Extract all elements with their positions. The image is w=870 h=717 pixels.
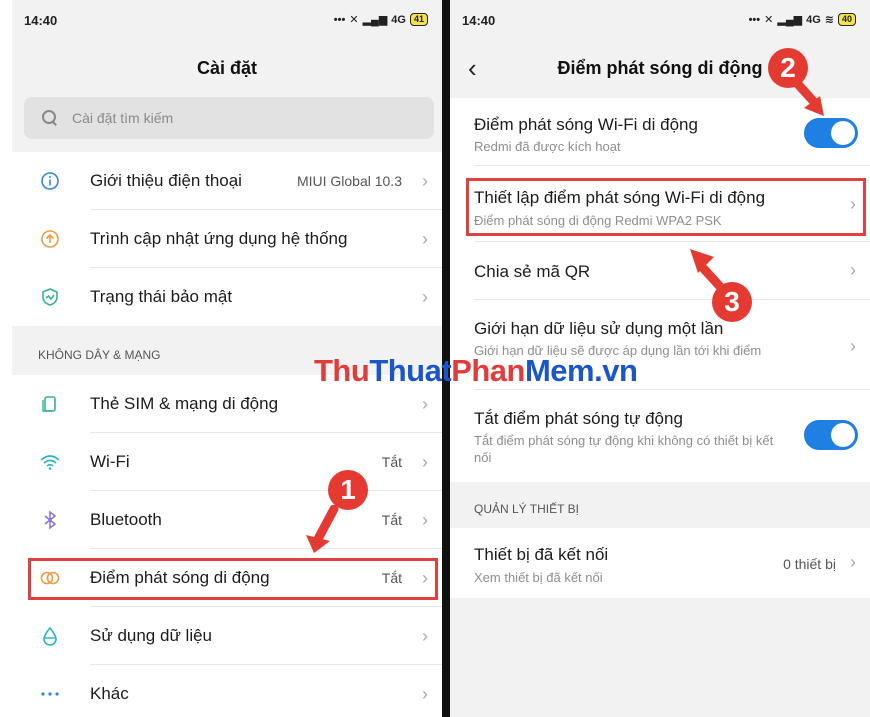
chevron-right-icon: ›: [422, 228, 428, 249]
search-bar[interactable]: [24, 97, 434, 139]
settings-item-label: Giới thiệu điện thoại: [90, 171, 242, 190]
chevron-right-icon: ›: [422, 625, 428, 646]
watermark-part: Thu: [314, 353, 370, 388]
chevron-right-icon: ›: [422, 509, 428, 530]
settings-item-about-phone[interactable]: Giới thiệu điện thoại MIUI Global 10.3 ›: [12, 152, 442, 210]
auto-off-row[interactable]: Tắt điểm phát sóng tự động Tắt điểm phát…: [450, 390, 870, 482]
row-subtitle: Xem thiết bị đã kết nối: [474, 570, 603, 585]
settings-item-bluetooth[interactable]: Bluetooth Tắt ›: [12, 491, 442, 549]
highlight-box-setup: [466, 178, 866, 236]
settings-item-wifi[interactable]: Wi-Fi Tắt ›: [12, 433, 442, 491]
step-badge-3: 3: [712, 282, 752, 322]
row-subtitle: Redmi đã được kích hoạt: [474, 139, 621, 154]
settings-item-value: Tắt: [381, 454, 402, 470]
connected-devices-count: 0 thiết bị: [783, 556, 836, 572]
row-subtitle: Tắt điểm phát sóng tự động khi không có …: [474, 433, 774, 465]
row-title: Chia sẻ mã QR: [474, 262, 591, 281]
share-qr-row[interactable]: Chia sẻ mã QR ›: [450, 242, 870, 300]
network-type: 4G: [391, 13, 406, 26]
chevron-right-icon: ›: [422, 451, 428, 472]
chevron-right-icon: ›: [422, 170, 428, 191]
highlight-box-hotspot: [28, 558, 438, 600]
notification-dots-icon: •••: [333, 13, 346, 26]
bluetooth-icon: [38, 508, 62, 532]
row-title: Điểm phát sóng Wi-Fi di động: [474, 115, 698, 134]
step-badge-1: 1: [328, 470, 368, 510]
data-usage-icon: [38, 624, 62, 648]
settings-item-value: MIUI Global 10.3: [296, 173, 402, 189]
mute-icon: ✕: [349, 14, 359, 26]
sim-icon: [38, 392, 62, 416]
hotspot-toggle[interactable]: [804, 118, 858, 148]
watermark-logo: ThuThuatPhanMem.vn: [314, 353, 638, 389]
settings-item-label: Trình cập nhật ứng dụng hệ thống: [90, 229, 348, 248]
status-time: 14:40: [24, 13, 58, 28]
status-bar: 14:40 ••• ✕ ▂▄▆ 4G ≋ 40: [450, 0, 870, 38]
chevron-right-icon: ›: [850, 336, 856, 356]
settings-item-label: Khác: [90, 684, 129, 703]
status-bar: 14:40 ••• ✕ ▂▄▆ 4G 41: [12, 0, 442, 38]
settings-item-label: Sử dụng dữ liệu: [90, 626, 213, 645]
about-group: Giới thiệu điện thoại MIUI Global 10.3 ›…: [12, 152, 442, 326]
chevron-right-icon: ›: [850, 260, 856, 280]
row-title: Thiết bị đã kết nối: [474, 545, 609, 564]
settings-item-label: Bluetooth: [90, 510, 162, 529]
page-title: Cài đặt: [196, 58, 257, 78]
info-icon: [38, 169, 62, 193]
status-time: 14:40: [462, 13, 496, 28]
notification-dots-icon: •••: [748, 13, 761, 26]
settings-item-label: Thẻ SIM & mạng di động: [90, 394, 279, 413]
chevron-right-icon: ›: [422, 683, 428, 704]
row-title: Giới hạn dữ liệu sử dụng một lần: [474, 319, 724, 338]
settings-item-value: Tắt: [381, 512, 402, 528]
search-icon: [42, 110, 58, 126]
wifi-icon: [38, 450, 62, 474]
row-title: Tắt điểm phát sóng tự động: [474, 409, 683, 428]
settings-item-data-usage[interactable]: Sử dụng dữ liệu ›: [12, 607, 442, 665]
back-arrow-icon[interactable]: ‹: [468, 50, 477, 86]
watermark-part: Thuat: [369, 353, 452, 388]
section-title-wireless: KHÔNG DÂY & MẠNG: [38, 348, 161, 362]
watermark-part: Phan: [451, 353, 525, 388]
auto-off-toggle[interactable]: [804, 420, 858, 450]
settings-item-label: Wi-Fi: [90, 452, 130, 471]
chevron-right-icon: ›: [850, 552, 856, 572]
signal-icon: ▂▄▆: [777, 14, 803, 26]
settings-item-label: Trạng thái bảo mật: [90, 287, 233, 306]
page-title: Điểm phát sóng di động: [557, 58, 763, 78]
battery-icon: 40: [837, 13, 856, 26]
status-icons: ••• ✕ ▂▄▆ 4G 41: [334, 13, 428, 26]
settings-item-security-status[interactable]: Trạng thái bảo mật ›: [12, 268, 442, 326]
search-input[interactable]: [72, 110, 372, 126]
more-icon: [38, 682, 62, 706]
settings-item-more[interactable]: Khác ›: [12, 665, 442, 717]
chevron-right-icon: ›: [422, 393, 428, 414]
battery-icon: 41: [409, 13, 428, 26]
network-type: 4G: [806, 13, 821, 26]
section-title-device-management: QUẢN LÝ THIẾT BỊ: [474, 502, 579, 516]
hotspot-status-icon: ≋: [824, 14, 834, 26]
mute-icon: ✕: [764, 14, 774, 26]
shield-icon: [38, 285, 62, 309]
arrow-step1-icon: [306, 505, 339, 553]
connected-devices-row[interactable]: Thiết bị đã kết nối Xem thiết bị đã kết …: [450, 528, 870, 598]
update-icon: [38, 227, 62, 251]
step-badge-2: 2: [768, 48, 808, 88]
settings-item-system-update[interactable]: Trình cập nhật ứng dụng hệ thống ›: [12, 210, 442, 268]
status-icons: ••• ✕ ▂▄▆ 4G ≋ 40: [749, 13, 856, 26]
wireless-group: Thẻ SIM & mạng di động › Wi-Fi Tắt › Blu…: [12, 375, 442, 717]
signal-icon: ▂▄▆: [362, 14, 388, 26]
chevron-right-icon: ›: [422, 286, 428, 307]
watermark-part: Mem.vn: [524, 353, 638, 388]
